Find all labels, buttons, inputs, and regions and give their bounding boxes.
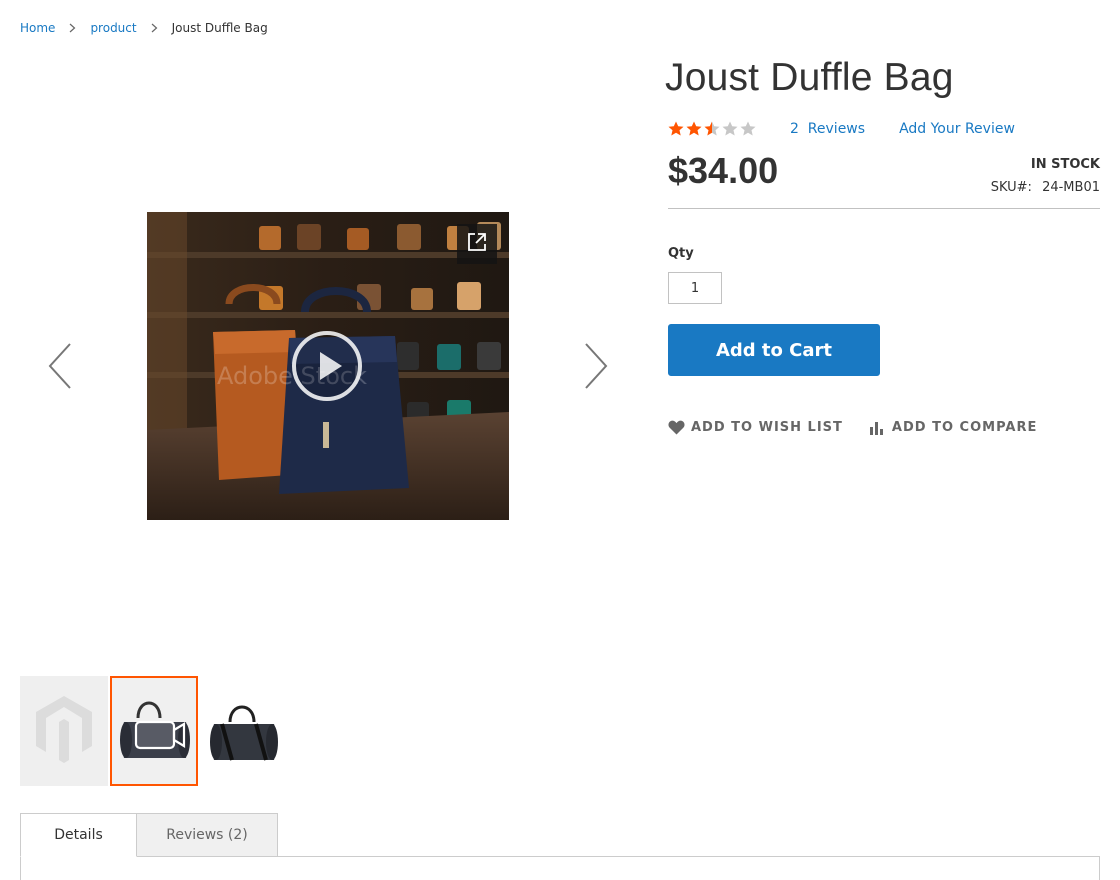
breadcrumb-home-link[interactable]: Home <box>20 21 55 35</box>
chevron-left-icon <box>47 342 73 394</box>
sku-label: SKU#: <box>990 180 1032 195</box>
thumbnail-strip <box>20 676 288 786</box>
rating-stars <box>668 121 758 137</box>
tab-reviews[interactable]: Reviews (2) <box>136 813 278 857</box>
chevron-right-icon <box>151 23 158 33</box>
reviews-count-link[interactable]: 2 Reviews <box>790 121 865 137</box>
sku-value: 24-MB01 <box>1042 180 1100 195</box>
tab-details[interactable]: Details <box>20 813 137 857</box>
chevron-right-icon <box>583 342 609 394</box>
qty-input[interactable] <box>668 272 722 304</box>
compare-label: ADD TO COMPARE <box>891 420 1038 435</box>
add-review-link[interactable]: Add Your Review <box>899 121 1015 137</box>
rating-summary: 2 Reviews Add Your Review <box>668 121 1015 137</box>
product-price: $34.00 <box>668 150 779 191</box>
add-to-cart-button[interactable]: Add to Cart <box>668 324 880 376</box>
fullscreen-button[interactable] <box>457 224 497 264</box>
add-to-wishlist-link[interactable]: ADD TO WISH LIST <box>668 420 843 435</box>
tab-content-panel <box>20 856 1100 880</box>
product-sku: SKU#: 24-MB01 <box>991 180 1100 195</box>
duffle-bag-thumbnail-image <box>210 705 278 761</box>
heart-icon <box>668 420 685 435</box>
empty-star-icon <box>740 121 758 137</box>
main-product-video[interactable]: Adobe Stock <box>147 212 509 520</box>
star-icon <box>668 121 686 137</box>
qty-label: Qty <box>668 246 694 261</box>
chevron-right-icon <box>69 23 76 33</box>
product-actions: ADD TO WISH LIST ADD TO COMPARE <box>668 420 1037 435</box>
breadcrumb-product-link[interactable]: product <box>90 21 136 35</box>
divider <box>668 208 1100 209</box>
breadcrumb: Home product Joust Duffle Bag <box>20 19 268 37</box>
compare-icon <box>869 421 886 435</box>
product-title: Joust Duffle Bag <box>665 56 954 99</box>
thumbnail-duffle-bag[interactable] <box>200 676 288 786</box>
breadcrumb-current: Joust Duffle Bag <box>171 21 268 35</box>
magento-logo-icon <box>34 694 94 768</box>
thumbnail-video[interactable] <box>110 676 198 786</box>
video-thumbnail-image <box>120 701 190 758</box>
stock-status: In stock <box>1030 157 1100 172</box>
wishlist-label: ADD TO WISH LIST <box>691 420 843 435</box>
product-tabs: Details Reviews (2) <box>20 813 278 857</box>
gallery-next-button[interactable] <box>576 340 616 396</box>
fullscreen-icon <box>467 232 487 256</box>
add-to-compare-link[interactable]: ADD TO COMPARE <box>869 420 1037 435</box>
play-icon[interactable] <box>291 330 363 402</box>
star-icon <box>686 121 704 137</box>
half-star-icon <box>704 121 722 137</box>
thumbnail-placeholder[interactable] <box>20 676 108 786</box>
product-gallery: Adobe Stock <box>20 64 636 668</box>
empty-star-icon <box>722 121 740 137</box>
gallery-prev-button[interactable] <box>40 340 80 396</box>
